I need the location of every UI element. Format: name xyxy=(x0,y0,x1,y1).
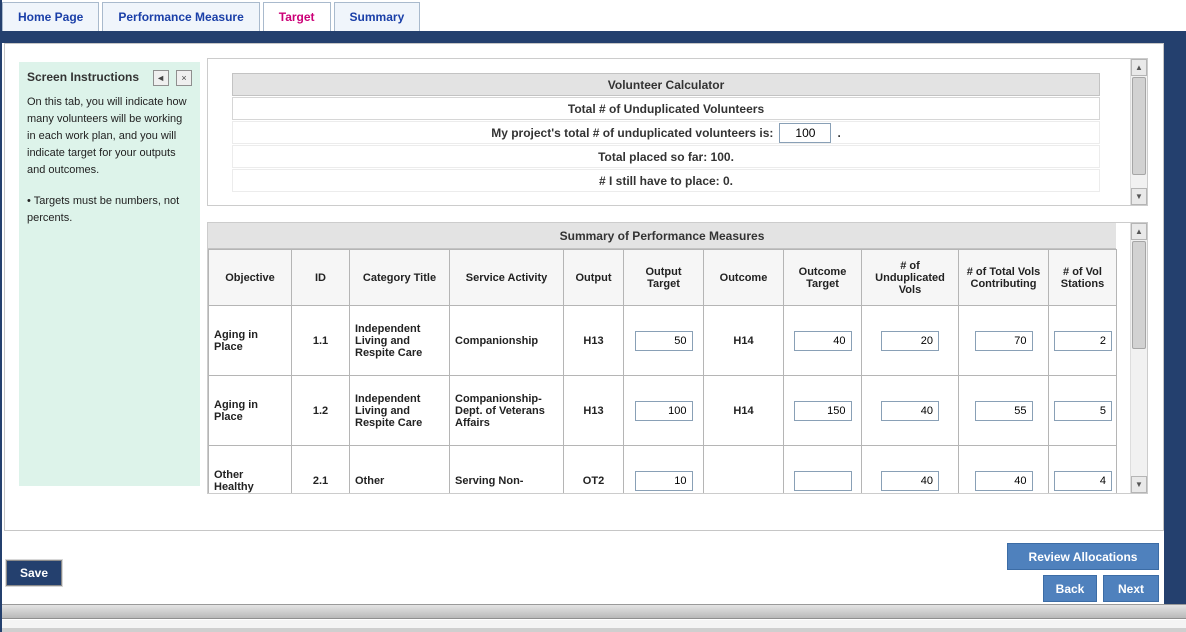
cell-category: Independent Living and Respite Care xyxy=(350,376,450,446)
tab-summary[interactable]: Summary xyxy=(334,2,421,31)
unduplicated-volunteers-input[interactable] xyxy=(779,123,831,143)
input-suffix: . xyxy=(837,126,840,140)
cell-id: 1.2 xyxy=(292,376,350,446)
scroll-up-icon[interactable]: ▲ xyxy=(1131,223,1147,240)
window-bottom-edge xyxy=(2,620,1186,632)
tab-label: Performance Measure xyxy=(118,10,243,24)
total-vols-input[interactable] xyxy=(975,331,1033,351)
table-header-row: Objective ID Category Title Service Acti… xyxy=(209,250,1117,306)
col-category-title: Category Title xyxy=(350,250,450,306)
vol-stations-input[interactable] xyxy=(1054,401,1112,421)
outcome-target-input[interactable] xyxy=(794,471,852,491)
unduplicated-vols-input[interactable] xyxy=(881,471,939,491)
still-to-place-text: # I still have to place: 0. xyxy=(232,169,1100,192)
cell-output: H13 xyxy=(564,376,624,446)
volunteer-calculator-panel: Volunteer Calculator Total # of Unduplic… xyxy=(207,58,1148,206)
calculator-input-row: My project's total # of unduplicated vol… xyxy=(232,121,1100,144)
output-target-input[interactable] xyxy=(635,401,693,421)
window-right-edge xyxy=(1164,43,1186,604)
cell-objective: Aging in Place xyxy=(209,306,292,376)
outcome-target-input[interactable] xyxy=(794,401,852,421)
instructions-controls: ◄ × xyxy=(150,68,192,86)
tab-bar: Home Page Performance Measure Target Sum… xyxy=(2,0,1186,31)
header-divider-bar xyxy=(2,31,1186,43)
tab-target[interactable]: Target xyxy=(263,2,331,31)
col-output: Output xyxy=(564,250,624,306)
total-vols-input[interactable] xyxy=(975,401,1033,421)
collapse-left-icon[interactable]: ◄ xyxy=(153,70,169,86)
col-vol-stations: # of Vol Stations xyxy=(1049,250,1117,306)
scroll-down-icon[interactable]: ▼ xyxy=(1131,476,1147,493)
performance-measures-table: Objective ID Category Title Service Acti… xyxy=(208,249,1117,494)
col-total-vols-contributing: # of Total Vols Contributing xyxy=(959,250,1049,306)
tab-label: Target xyxy=(279,10,315,24)
save-button[interactable]: Save xyxy=(6,560,62,586)
scrollbar-thumb[interactable] xyxy=(1132,241,1146,349)
cell-activity: Companionship-Dept. of Veterans Affairs xyxy=(450,376,564,446)
vol-stations-input[interactable] xyxy=(1054,331,1112,351)
review-allocations-button[interactable]: Review Allocations xyxy=(1007,543,1159,570)
calculator-scrollbar[interactable]: ▲ ▼ xyxy=(1130,59,1147,205)
vol-stations-input[interactable] xyxy=(1054,471,1112,491)
performance-measures-panel: Summary of Performance Measures Objectiv… xyxy=(207,222,1148,494)
screen-instructions-header: Screen Instructions ◄ × xyxy=(27,68,192,86)
table-row: Aging in Place 1.1 Independent Living an… xyxy=(209,306,1117,376)
outcome-target-input[interactable] xyxy=(794,331,852,351)
table-row: Other Healthy 2.1 Other Serving Non- OT2 xyxy=(209,446,1117,495)
instructions-bullet: • Targets must be numbers, not percents. xyxy=(27,193,192,227)
total-placed-text: Total placed so far: 100. xyxy=(232,145,1100,168)
cell-output: H13 xyxy=(564,306,624,376)
volunteer-calculator-title: Volunteer Calculator xyxy=(232,73,1100,96)
calculator-subtitle: Total # of Unduplicated Volunteers xyxy=(232,97,1100,120)
cell-id: 1.1 xyxy=(292,306,350,376)
instructions-paragraph: On this tab, you will indicate how many … xyxy=(27,94,192,179)
col-outcome-target: Outcome Target xyxy=(784,250,862,306)
status-bar xyxy=(2,604,1186,619)
unduplicated-vols-input[interactable] xyxy=(881,331,939,351)
cell-category: Other xyxy=(350,446,450,495)
cell-outcome xyxy=(704,446,784,495)
output-target-input[interactable] xyxy=(635,331,693,351)
performance-measures-title: Summary of Performance Measures xyxy=(208,223,1116,249)
total-vols-input[interactable] xyxy=(975,471,1033,491)
cell-category: Independent Living and Respite Care xyxy=(350,306,450,376)
close-icon[interactable]: × xyxy=(176,70,192,86)
cell-outcome: H14 xyxy=(704,306,784,376)
tab-label: Summary xyxy=(350,10,405,24)
col-service-activity: Service Activity xyxy=(450,250,564,306)
cell-activity: Companionship xyxy=(450,306,564,376)
cell-objective: Aging in Place xyxy=(209,376,292,446)
scrollbar-thumb[interactable] xyxy=(1132,77,1146,175)
col-unduplicated-vols: # of Unduplicated Vols xyxy=(862,250,959,306)
cell-activity: Serving Non- xyxy=(450,446,564,495)
screen-instructions-title: Screen Instructions xyxy=(27,70,139,84)
screen-instructions-panel: Screen Instructions ◄ × On this tab, you… xyxy=(19,62,200,486)
scroll-down-icon[interactable]: ▼ xyxy=(1131,188,1147,205)
col-objective: Objective xyxy=(209,250,292,306)
col-outcome: Outcome xyxy=(704,250,784,306)
cell-outcome: H14 xyxy=(704,376,784,446)
unduplicated-volunteers-label: My project's total # of unduplicated vol… xyxy=(491,126,773,140)
tab-home-page[interactable]: Home Page xyxy=(2,2,99,31)
table-row: Aging in Place 1.2 Independent Living an… xyxy=(209,376,1117,446)
cell-output: OT2 xyxy=(564,446,624,495)
cell-objective: Other Healthy xyxy=(209,446,292,495)
col-output-target: Output Target xyxy=(624,250,704,306)
scroll-up-icon[interactable]: ▲ xyxy=(1131,59,1147,76)
col-id: ID xyxy=(292,250,350,306)
performance-measures-scrollbar[interactable]: ▲ ▼ xyxy=(1130,223,1147,493)
page: Home Page Performance Measure Target Sum… xyxy=(0,0,1186,632)
tab-performance-measure[interactable]: Performance Measure xyxy=(102,2,259,31)
unduplicated-vols-input[interactable] xyxy=(881,401,939,421)
main-content: Screen Instructions ◄ × On this tab, you… xyxy=(4,43,1164,531)
tab-label: Home Page xyxy=(18,10,83,24)
back-button[interactable]: Back xyxy=(1043,575,1097,602)
output-target-input[interactable] xyxy=(635,471,693,491)
volunteer-calculator-table: Volunteer Calculator Total # of Unduplic… xyxy=(232,73,1100,193)
next-button[interactable]: Next xyxy=(1103,575,1159,602)
cell-id: 2.1 xyxy=(292,446,350,495)
